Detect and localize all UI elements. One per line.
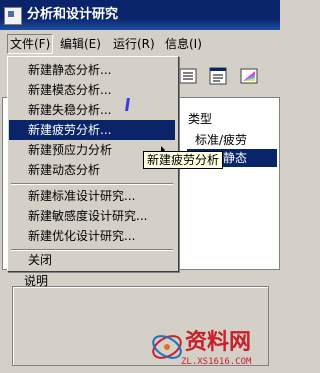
menu-item-new-static[interactable]: 新建静态分析... (9, 60, 175, 80)
report-icon[interactable] (206, 64, 230, 88)
menu-item-new-sensitivity-study[interactable]: 新建敏感度设计研究... (9, 206, 175, 226)
menu-separator (11, 183, 173, 185)
watermark-logo (152, 335, 182, 359)
column-header-type[interactable]: 类型 (188, 108, 212, 130)
app-icon (4, 7, 22, 25)
menu-item-new-fatigue[interactable]: 新建疲劳分析... (9, 120, 175, 140)
menu-item-close[interactable]: 关闭 (9, 250, 175, 270)
watermark-url: ZL.XS1616.COM (181, 357, 252, 367)
menu-file[interactable]: 文件(F) (7, 34, 54, 54)
list-icon[interactable] (176, 64, 200, 88)
menu-bar: 文件(F) 编辑(E) 运行(R) 信息(I) (0, 33, 280, 55)
menu-item-new-standard-study[interactable]: 新建标准设计研究... (9, 186, 175, 206)
watermark-brand: 资料网 (185, 330, 252, 355)
tooltip: 新建疲劳分析 (143, 151, 224, 169)
menu-run[interactable]: 运行(R) (111, 35, 157, 53)
menu-item-new-modal[interactable]: 新建模态分析... (9, 80, 175, 100)
color-palette-icon[interactable] (237, 64, 261, 88)
menu-edit[interactable]: 编辑(E) (58, 35, 103, 53)
menu-info[interactable]: 信息(I) (163, 35, 204, 53)
menu-item-new-optimization-study[interactable]: 新建优化设计研究... (9, 226, 175, 246)
menu-item-new-buckling[interactable]: 新建失稳分析... (9, 100, 175, 120)
window-title: 分析和设计研究 (27, 7, 119, 22)
table-row[interactable]: 标准/疲劳 (195, 131, 247, 149)
description-label: 说明 (24, 274, 49, 288)
